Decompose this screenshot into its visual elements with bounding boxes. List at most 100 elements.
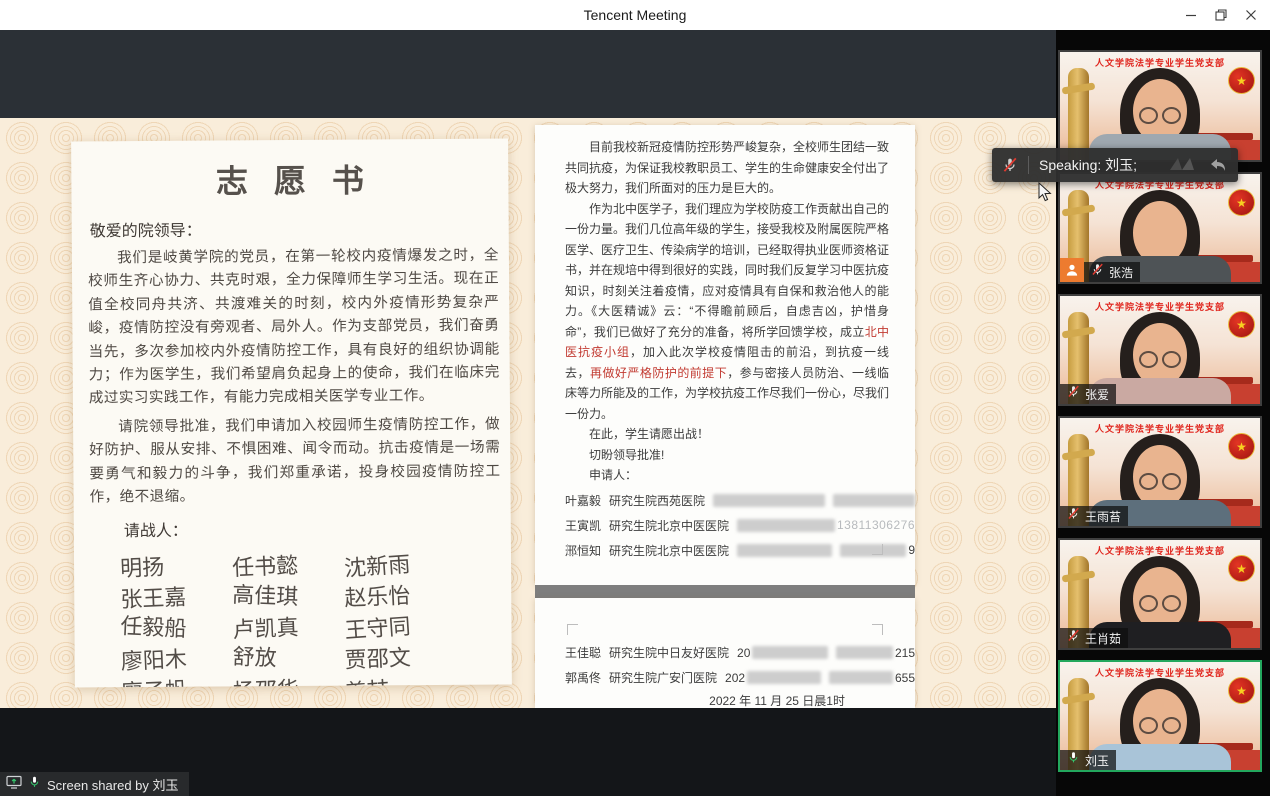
handwritten-paragraph: 我们是岐黄学院的党员，在第一轮校内疫情爆发之时，全校师生齐心协力、共克时艰，全力… <box>88 244 500 411</box>
muted-mic-icon <box>1067 507 1080 525</box>
applicant-row: 王佳聪研究生院中日友好医院20215 <box>535 640 915 665</box>
participant-video[interactable]: 人文学院法学专业学生党支部 ★ <box>1058 294 1262 406</box>
typed-paragraph: 目前我校新冠疫情防控形势严峻复杂，全校师生团结一致共同抗疫，为保证我校教职员工、… <box>535 125 915 199</box>
restore-icon[interactable] <box>1206 0 1236 30</box>
titlebar: Tencent Meeting <box>0 0 1270 30</box>
handwritten-title: 志愿书 <box>71 154 508 203</box>
handwritten-paragraph: 请院领导批准，我们申请加入校园师生疫情防控工作，做好防护、服从安排、不惧困难、闻… <box>89 412 501 508</box>
network-quality-icon <box>1166 154 1208 176</box>
window-controls <box>1176 0 1266 30</box>
letter-date: 2022 年 11 月 25 日晨1时 <box>535 692 915 709</box>
tencent-meeting-window: Tencent Meeting 志愿书 敬爱的院领导： 我们是岐黄学院的党员，在… <box>0 0 1270 796</box>
signatures-heading: 请战人： <box>124 515 511 542</box>
phone-fragment: 215 <box>895 646 915 660</box>
text-boundary-mark <box>567 544 578 555</box>
participant-label-row: 张爱 <box>1060 384 1116 404</box>
glasses-graphic <box>1136 473 1184 489</box>
handwritten-letter-page: 志愿书 敬爱的院领导： 我们是岐黄学院的党员，在第一轮校内疫情爆发之时，全校师生… <box>71 138 512 687</box>
text-boundary-mark <box>872 624 883 635</box>
redacted-text <box>737 544 832 557</box>
participant-nameplate: 王雨苔 <box>1060 506 1128 526</box>
phone-fragment: 202 <box>725 671 745 685</box>
shared-app-top-chrome <box>0 30 1056 118</box>
participant-video[interactable]: 人文学院法学专业学生党支部 ★ <box>1058 172 1262 284</box>
mouse-cursor <box>1038 182 1052 207</box>
participant-video[interactable]: 人文学院法学专业学生党支部 ★ <box>1058 538 1262 650</box>
shared-screen-area: 志愿书 敬爱的院领导： 我们是岐黄学院的党员，在第一轮校内疫情爆发之时，全校师生… <box>0 30 1056 796</box>
applicants-heading: 申请人： <box>535 465 915 486</box>
speaking-toast: Speaking: 刘玉; <box>992 148 1238 182</box>
battle-request-line: 在此，学生请愿出战！ <box>535 424 915 445</box>
applicant-unit: 研究生院北京中医医院 <box>609 517 729 534</box>
redacted-text <box>833 494 915 507</box>
toast-divider <box>1028 156 1029 174</box>
applicant-row: 郭禹佟研究生院广安门医院 202 655 <box>535 665 915 690</box>
signatures-grid: 明扬任书懿沈新雨张王嘉高佳琪赵乐怡任毅船卢凯真王守同廖阳木舒放贾邵文廖子帆杨邵华… <box>120 547 512 688</box>
participant-nameplate: 刘玉 <box>1060 750 1116 770</box>
party-emblem-icon: ★ <box>1228 555 1255 582</box>
huabiao-pillar-graphic <box>1068 68 1089 160</box>
redacted-text <box>747 671 821 684</box>
applicants-list-page1: 叶嘉毅研究生院西苑医院王寅凯研究生院北京中医医院13811306276邢恒知研究… <box>535 488 915 563</box>
participants-sidebar: 人文学院法学专业学生党支部 ★ <box>1056 30 1270 796</box>
redacted-text <box>752 646 828 659</box>
participant-name: 刘玉 <box>1085 752 1109 769</box>
phone-fragment: 20 <box>737 646 750 660</box>
participant-name: 王肖茹 <box>1085 630 1121 647</box>
party-emblem-icon: ★ <box>1228 189 1255 216</box>
share-status-label: Screen shared by 刘玉 <box>47 775 179 794</box>
screen-share-badge: Screen shared by 刘玉 <box>0 772 189 796</box>
applicant-row: 叶嘉毅研究生院西苑医院 <box>535 488 915 513</box>
party-emblem-icon: ★ <box>1228 677 1255 704</box>
highlighted-text: 再做好严格防护的前提下 <box>590 366 727 380</box>
participant-label-row: 张浩 <box>1060 258 1140 282</box>
participant-name: 王雨苔 <box>1085 508 1121 525</box>
window-title: Tencent Meeting <box>0 0 1270 30</box>
signature-row: 廖子帆杨邵华姜喆 <box>121 671 512 688</box>
applicant-name: 郭禹佟 <box>565 669 601 686</box>
applicant-name: 王寅凯 <box>565 517 601 534</box>
redacted-text <box>737 519 835 532</box>
phone-fragment: 9 <box>908 543 915 557</box>
glasses-graphic <box>1136 107 1184 123</box>
virtual-background: 人文学院法学专业学生党支部 ★ <box>1060 52 1260 160</box>
redacted-text <box>713 494 825 507</box>
participant-nameplate: 张浩 <box>1084 262 1140 282</box>
mic-on-icon <box>28 775 41 794</box>
typed-letter-page-2: 王佳聪研究生院中日友好医院20215郭禹佟研究生院广安门医院202655 202… <box>535 598 915 708</box>
reply-arrow-icon[interactable] <box>1208 156 1228 174</box>
mic-on-icon <box>1067 751 1080 769</box>
minimize-icon[interactable] <box>1176 0 1206 30</box>
participant-video[interactable]: 人文学院法学专业学生党支部 ★ <box>1058 660 1262 772</box>
approval-plea-line: 切盼领导批准! <box>535 445 915 466</box>
document-background: 志愿书 敬爱的院领导： 我们是岐黄学院的党员，在第一轮校内疫情爆发之时，全校师生… <box>0 118 1056 708</box>
participant-label-row: 刘玉 <box>1060 750 1116 770</box>
party-emblem-icon: ★ <box>1228 311 1255 338</box>
muted-mic-icon <box>1002 157 1018 173</box>
typed-paragraph: 作为北中医学子，我们理应为学校防疫工作贡献出自己的一份力量。我们几位高年级的学生… <box>535 199 915 425</box>
screen-share-icon <box>6 775 22 794</box>
muted-mic-icon <box>1067 385 1080 403</box>
redacted-text <box>836 646 893 659</box>
text-boundary-mark <box>567 624 578 635</box>
applicant-unit: 研究生院西苑医院 <box>609 492 705 509</box>
applicant-name: 王佳聪 <box>565 644 601 661</box>
applicants-list-page2: 王佳聪研究生院中日友好医院20215郭禹佟研究生院广安门医院202655 <box>535 600 915 690</box>
participant-video[interactable]: 人文学院法学专业学生党支部 ★ <box>1058 416 1262 528</box>
participant-video[interactable]: 人文学院法学专业学生党支部 ★ <box>1058 50 1262 162</box>
speaking-label: Speaking: 刘玉; <box>1039 155 1137 175</box>
attendee-person-icon <box>1060 258 1084 282</box>
applicant-row: 王寅凯研究生院北京中医医院 13811306276 <box>535 513 915 538</box>
close-icon[interactable] <box>1236 0 1266 30</box>
applicant-unit: 研究生院广安门医院 <box>609 669 717 686</box>
muted-mic-icon <box>1091 263 1104 281</box>
typed-letter-page-1: 目前我校新冠疫情防控形势严峻复杂，全校师生团结一致共同抗疫，为保证我校教职员工、… <box>535 125 915 585</box>
signature: 杨邵华 <box>232 670 345 688</box>
phone-fragment: 13811306276 <box>837 518 915 532</box>
participant-label-row: 王雨苔 <box>1060 506 1128 526</box>
glasses-graphic <box>1136 717 1184 733</box>
party-emblem-icon: ★ <box>1228 433 1255 460</box>
glasses-graphic <box>1136 595 1184 611</box>
phone-fragment: 655 <box>895 671 915 685</box>
participant-name: 张爱 <box>1085 386 1109 403</box>
